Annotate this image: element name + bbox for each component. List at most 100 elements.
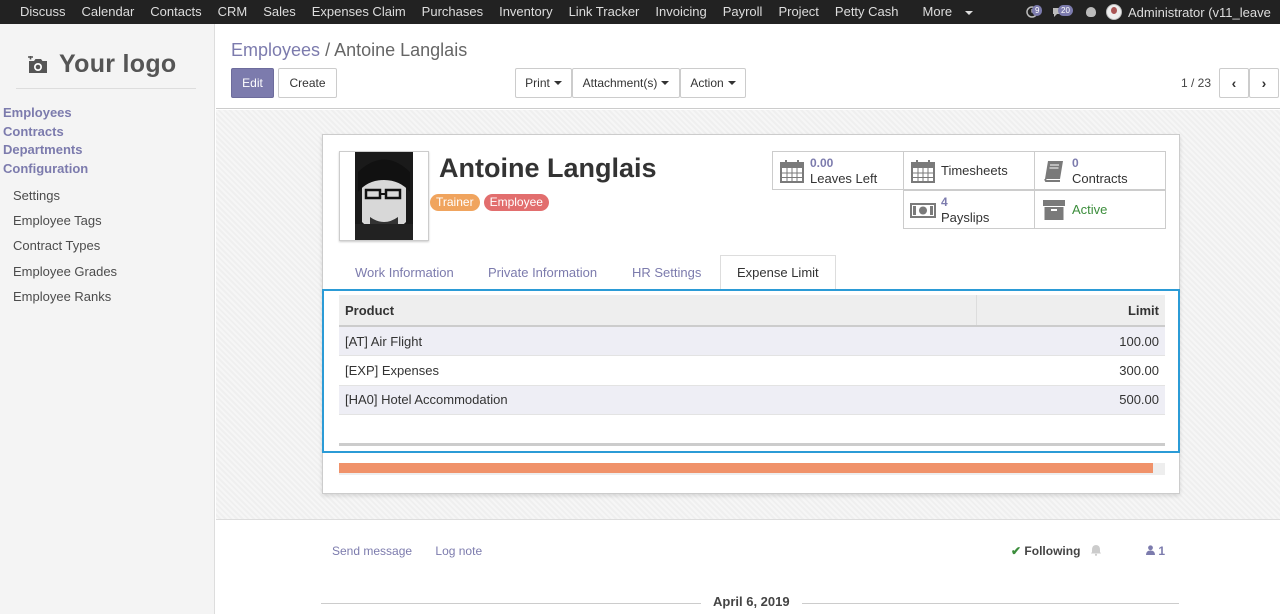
menu-project[interactable]: Project	[770, 0, 826, 24]
menu-crm[interactable]: CRM	[210, 0, 256, 24]
table-row[interactable]: [EXP] Expenses 300.00	[339, 355, 1165, 386]
table-header-row: Product Limit	[339, 295, 1165, 327]
expense-limit-table: Product Limit [AT] Air Flight 100.00 [EX…	[339, 295, 1165, 445]
following-label: Following	[1024, 544, 1081, 558]
timesheets-label: Timesheets	[941, 163, 1008, 178]
notebook-tabs: Work Information Private Information HR …	[339, 255, 1165, 290]
chevron-right-icon: ›	[1261, 75, 1267, 91]
breadcrumb-employees-link[interactable]: Employees	[231, 40, 320, 60]
cell-product: [HA0] Hotel Accommodation	[339, 385, 977, 415]
breadcrumb: Employees / Antoine Langlais	[231, 40, 467, 61]
tab-private-information[interactable]: Private Information	[472, 255, 613, 290]
control-panel: Employees / Antoine Langlais Edit Create…	[216, 24, 1280, 109]
bug-icon[interactable]	[1086, 7, 1096, 17]
book-icon	[1044, 160, 1063, 182]
menu-petty-cash[interactable]: Petty Cash	[827, 0, 907, 24]
following-button[interactable]: ✔ Following	[1011, 544, 1080, 558]
chevron-down-icon	[965, 10, 974, 15]
print-dropdown[interactable]: Print	[515, 68, 572, 98]
tab-hr-settings[interactable]: HR Settings	[616, 255, 717, 290]
leaves-left-button[interactable]: 0.00 Leaves Left	[772, 151, 904, 190]
company-logo[interactable]: Your logo	[27, 50, 177, 79]
top-navbar: Discuss Calendar Contacts CRM Sales Expe…	[0, 0, 1280, 24]
table-row[interactable]: [HA0] Hotel Accommodation 500.00	[339, 385, 1165, 415]
menu-more[interactable]: More	[907, 0, 982, 24]
tab-work-information[interactable]: Work Information	[339, 255, 470, 290]
activity-count-badge: 9	[1032, 5, 1043, 16]
sidebar-item-employees[interactable]: Employees	[3, 104, 88, 123]
menu-invoicing[interactable]: Invoicing	[647, 0, 714, 24]
employee-photo[interactable]	[339, 151, 429, 241]
menu-calendar[interactable]: Calendar	[74, 0, 143, 24]
sidebar-item-departments[interactable]: Departments	[3, 141, 88, 160]
sidebar-item-settings[interactable]: Settings	[13, 183, 117, 208]
cell-limit: 500.00	[976, 385, 1165, 415]
pager-value[interactable]: 1 / 23	[1181, 76, 1211, 90]
edit-button[interactable]: Edit	[231, 68, 274, 98]
tab-expense-limit[interactable]: Expense Limit	[720, 255, 836, 290]
logo-text: Your logo	[59, 50, 177, 78]
money-icon	[910, 202, 936, 218]
archive-icon	[1043, 199, 1065, 220]
followers-button[interactable]: 1	[1146, 544, 1165, 558]
sidebar-main-menu: Employees Contracts Departments Configur…	[3, 104, 88, 178]
payslips-label: Payslips	[941, 209, 990, 225]
empty-cell	[339, 414, 977, 445]
pager-previous-button[interactable]: ‹	[1219, 68, 1249, 98]
payslips-button[interactable]: 4 Payslips	[903, 190, 1035, 229]
app-menu: Discuss Calendar Contacts CRM Sales Expe…	[12, 0, 981, 24]
bell-icon[interactable]	[1090, 544, 1102, 556]
followers-count: 1	[1158, 544, 1166, 558]
pager-next-button[interactable]: ›	[1249, 68, 1279, 98]
chevron-down-icon	[553, 81, 562, 85]
active-toggle-button[interactable]: Active	[1034, 190, 1166, 229]
contracts-button[interactable]: 0 Contracts	[1034, 151, 1166, 190]
send-message-button[interactable]: Send message	[332, 544, 412, 558]
log-note-button[interactable]: Log note	[435, 544, 482, 558]
calendar-icon	[911, 159, 935, 183]
camera-icon	[28, 55, 47, 73]
menu-discuss[interactable]: Discuss	[12, 0, 74, 24]
column-header-product[interactable]: Product	[339, 295, 977, 327]
tag-employee: Employee	[483, 194, 549, 211]
sidebar-item-configuration[interactable]: Configuration	[3, 160, 88, 179]
leaves-left-value: 0.00	[810, 155, 834, 170]
payslips-value: 4	[941, 194, 948, 209]
progress-bar	[339, 463, 1165, 475]
action-label: Action	[690, 76, 724, 90]
employee-name[interactable]: Antoine Langlais	[439, 153, 657, 184]
action-dropdown[interactable]: Action	[680, 68, 746, 98]
sidebar-item-employee-ranks[interactable]: Employee Ranks	[13, 284, 117, 309]
menu-sales[interactable]: Sales	[255, 0, 304, 24]
tag-trainer: Trainer	[430, 194, 480, 211]
sidebar-item-contract-types[interactable]: Contract Types	[13, 233, 117, 258]
chatter-actions: Send message Log note	[332, 544, 502, 558]
date-separator: April 6, 2019	[321, 594, 1179, 609]
leaves-left-label: Leaves Left	[810, 170, 878, 186]
sidebar-item-contracts[interactable]: Contracts	[3, 123, 88, 142]
column-header-limit[interactable]: Limit	[975, 295, 1165, 327]
user-menu[interactable]: Administrator (v11_leave	[1128, 5, 1271, 20]
menu-more-label: More	[922, 4, 953, 19]
menu-payroll[interactable]: Payroll	[715, 0, 771, 24]
table-empty-row	[339, 414, 1165, 445]
empty-cell	[976, 414, 1165, 445]
menu-purchases[interactable]: Purchases	[414, 0, 491, 24]
menu-link-tracker[interactable]: Link Tracker	[561, 0, 648, 24]
sidebar-item-employee-grades[interactable]: Employee Grades	[13, 259, 117, 284]
sidebar-item-employee-tags[interactable]: Employee Tags	[13, 208, 117, 233]
cell-product: [EXP] Expenses	[339, 355, 977, 386]
timesheets-button[interactable]: Timesheets	[903, 151, 1035, 190]
messages-button[interactable]: 20	[1052, 5, 1076, 18]
menu-inventory[interactable]: Inventory	[491, 0, 560, 24]
menu-expenses-claim[interactable]: Expenses Claim	[304, 0, 414, 24]
attachments-dropdown[interactable]: Attachment(s)	[572, 68, 680, 98]
create-button[interactable]: Create	[278, 68, 337, 98]
systray: 9 20 Administrator (v11_leave	[1026, 0, 1271, 24]
table-row[interactable]: [AT] Air Flight 100.00	[339, 326, 1165, 356]
activity-button[interactable]: 9	[1026, 5, 1043, 18]
menu-contacts[interactable]: Contacts	[142, 0, 209, 24]
user-avatar[interactable]	[1106, 4, 1122, 20]
contracts-label: Contracts	[1072, 170, 1128, 186]
messages-count-badge: 20	[1058, 5, 1073, 16]
